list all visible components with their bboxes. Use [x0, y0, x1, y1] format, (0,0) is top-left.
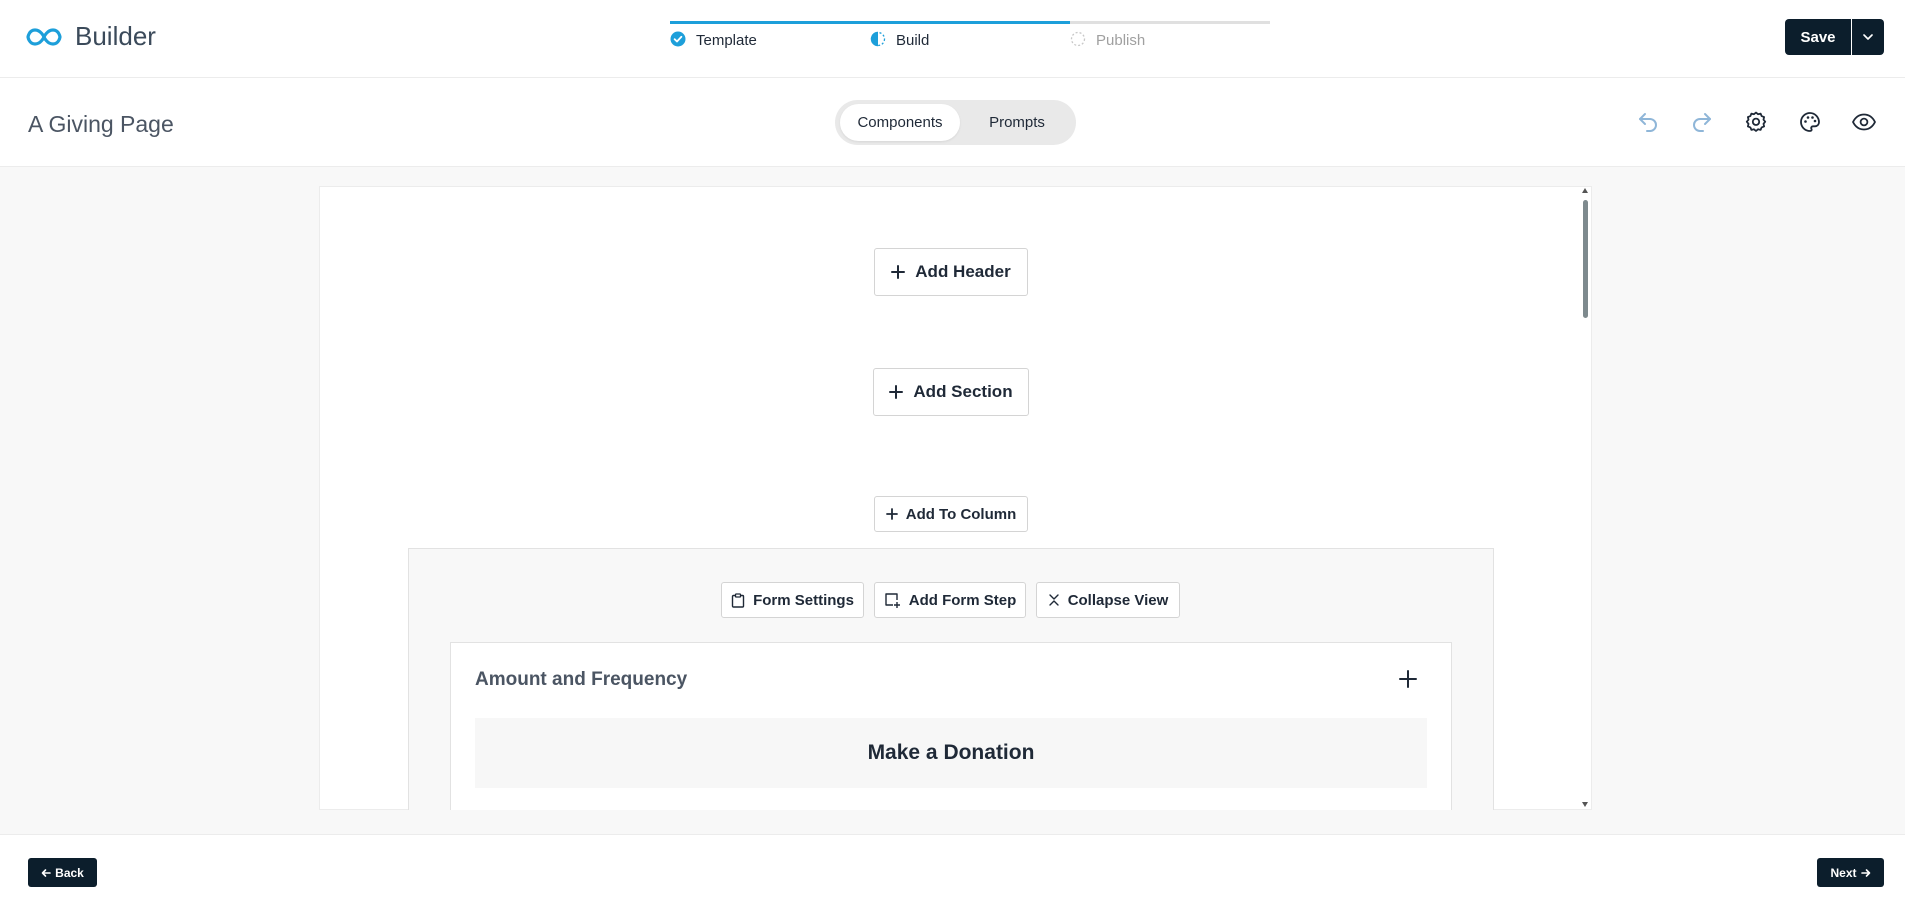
undo-icon[interactable]	[1634, 108, 1662, 136]
app-title: Builder	[75, 21, 156, 51]
infinity-logo-icon	[26, 28, 62, 46]
redo-icon[interactable]	[1688, 108, 1716, 136]
collapse-view-button[interactable]: Collapse View	[1036, 582, 1180, 618]
arrow-left-icon	[41, 868, 51, 877]
clipboard-icon	[731, 592, 745, 608]
chevron-down-icon	[1863, 34, 1873, 40]
page-toolbar: A Giving Page Components Prompts	[0, 78, 1905, 167]
canvas-scrollbar[interactable]	[1579, 186, 1592, 810]
add-to-column-label: Add To Column	[905, 505, 1017, 523]
add-to-column-button[interactable]: Add To Column	[874, 496, 1028, 532]
progress-stepper: Template Build Publish	[670, 21, 1271, 51]
step-label: Publish	[1096, 32, 1146, 49]
next-label: Next	[1830, 865, 1857, 880]
preview-eye-icon[interactable]	[1850, 108, 1878, 136]
tab-components[interactable]: Components	[840, 104, 960, 141]
check-circle-icon	[670, 31, 686, 47]
form-settings-button[interactable]: Form Settings	[721, 582, 864, 618]
view-toggle: Components Prompts	[835, 100, 1076, 145]
top-bar: Builder Template Build Publish Save	[0, 0, 1905, 78]
half-circle-icon	[870, 31, 886, 47]
plus-icon	[891, 265, 906, 279]
add-section-button[interactable]: Add Section	[873, 368, 1029, 416]
form-settings-label: Form Settings	[753, 591, 854, 609]
plus-icon	[889, 385, 904, 399]
add-form-step-button[interactable]: Add Form Step	[874, 582, 1026, 618]
scroll-up-arrow-icon[interactable]	[1582, 188, 1588, 193]
step-template[interactable]: Template	[670, 21, 870, 51]
form-step-title: Amount and Frequency	[475, 669, 688, 690]
step-label: Build	[896, 32, 930, 49]
step-progress-bar	[870, 21, 1070, 24]
add-header-button[interactable]: Add Header	[874, 248, 1028, 296]
next-button[interactable]: Next	[1817, 858, 1884, 887]
scroll-thumb[interactable]	[1583, 200, 1588, 318]
footer-bar	[0, 834, 1905, 899]
step-build[interactable]: Build	[870, 21, 1070, 51]
step-label: Template	[696, 32, 757, 49]
step-progress-bar	[1070, 21, 1270, 24]
donation-heading[interactable]: Make a Donation	[475, 718, 1427, 788]
collapse-icon	[1048, 594, 1059, 606]
dashed-circle-icon	[1070, 31, 1086, 47]
collapse-view-label: Collapse View	[1067, 591, 1169, 609]
back-button[interactable]: Back	[28, 858, 97, 887]
scroll-down-arrow-icon[interactable]	[1582, 802, 1588, 807]
tab-prompts[interactable]: Prompts	[963, 104, 1071, 141]
back-label: Back	[55, 865, 84, 880]
save-options-button[interactable]	[1851, 19, 1884, 55]
save-button-group: Save	[1785, 19, 1884, 55]
settings-gear-icon[interactable]	[1742, 108, 1770, 136]
add-section-label: Add Section	[913, 382, 1013, 401]
add-header-label: Add Header	[915, 262, 1011, 281]
plus-icon	[885, 508, 898, 520]
plus-icon[interactable]	[1397, 668, 1419, 690]
palette-icon[interactable]	[1796, 108, 1824, 136]
page-title: A Giving Page	[28, 111, 174, 137]
step-progress-bar	[670, 21, 870, 24]
save-button[interactable]: Save	[1785, 19, 1851, 55]
step-publish[interactable]: Publish	[1070, 21, 1270, 51]
add-form-step-label: Add Form Step	[908, 591, 1017, 609]
add-step-icon	[885, 593, 900, 608]
arrow-right-icon	[1860, 868, 1870, 877]
